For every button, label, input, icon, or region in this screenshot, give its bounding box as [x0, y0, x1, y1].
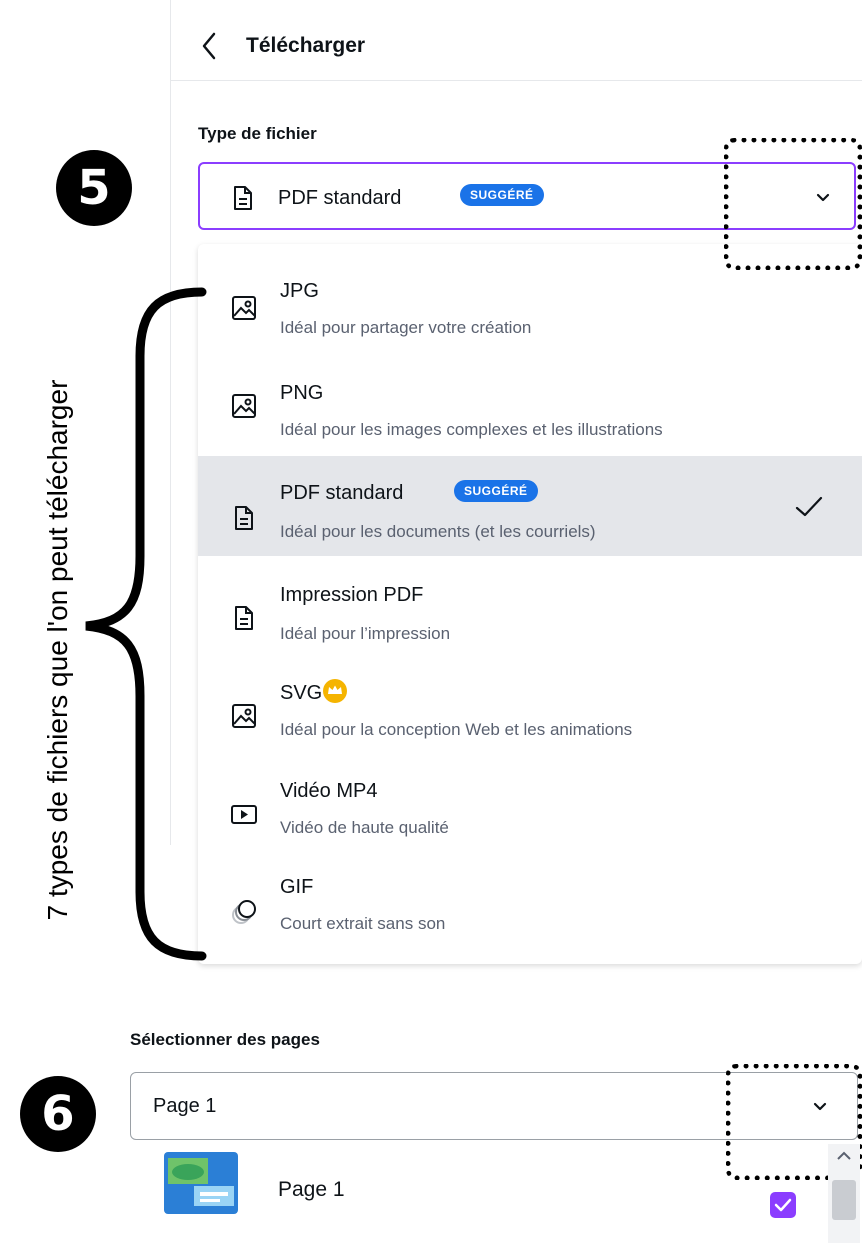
- page-thumbnail: [164, 1152, 238, 1214]
- file-type-option-svg[interactable]: SVG Idéal pour la conception Web et les …: [198, 658, 862, 754]
- option-description: Court extrait sans son: [280, 914, 446, 933]
- curly-brace: [85, 287, 207, 961]
- file-type-selected: PDF standard: [278, 187, 402, 209]
- option-description: Idéal pour les images complexes et les i…: [280, 420, 663, 439]
- suggested-badge: SUGGÉRÉ: [454, 480, 538, 502]
- back-button[interactable]: [196, 28, 224, 64]
- file-type-dropdown: JPG Idéal pour partager votre création P…: [198, 244, 862, 964]
- option-description: Vidéo de haute qualité: [280, 818, 449, 837]
- image-icon: [232, 394, 256, 418]
- document-icon: [235, 606, 253, 630]
- gif-icon: [232, 900, 256, 924]
- dotted-highlight-chevron: [724, 138, 862, 270]
- file-type-option-png[interactable]: PNG Idéal pour les images complexes et l…: [198, 348, 862, 444]
- option-name: PNG: [280, 382, 324, 404]
- pages-selected: Page 1: [153, 1095, 217, 1117]
- step-6-marker: 6: [20, 1076, 96, 1152]
- check-icon: [774, 1198, 792, 1212]
- panel-title: Télécharger: [246, 34, 366, 57]
- document-icon: [234, 186, 252, 210]
- file-type-option-pdf-standard[interactable]: PDF standard SUGGÉRÉ Idéal pour les docu…: [198, 456, 862, 556]
- option-description: Idéal pour partager votre création: [280, 318, 532, 337]
- video-icon: [231, 805, 257, 824]
- brace-annotation-text: 7 types de fichiers que l'on peut téléch…: [42, 379, 73, 921]
- step-5-marker: 5: [56, 150, 132, 226]
- page-item-label: Page 1: [278, 1178, 345, 1201]
- option-name: PDF standard: [280, 482, 404, 504]
- chevron-up-icon: [837, 1151, 851, 1160]
- image-icon: [232, 296, 256, 320]
- file-type-option-gif[interactable]: GIF Court extrait sans son: [198, 854, 862, 950]
- file-type-option-pdf-print[interactable]: Impression PDF Idéal pour l’impression: [198, 560, 862, 656]
- page-checkbox[interactable]: [770, 1192, 796, 1218]
- option-description: Idéal pour l’impression: [280, 624, 451, 643]
- pages-label: Sélectionner des pages: [130, 1030, 320, 1049]
- chevron-left-icon: [202, 32, 216, 60]
- suggested-badge: SUGGÉRÉ: [460, 184, 544, 206]
- option-description: Idéal pour les documents (et les courrie…: [280, 522, 596, 541]
- checkmark-icon: [795, 496, 823, 517]
- scrollbar-thumb[interactable]: [832, 1180, 856, 1220]
- file-type-option-mp4[interactable]: Vidéo MP4 Vidéo de haute qualité: [198, 756, 862, 852]
- option-name: Vidéo MP4: [280, 780, 378, 802]
- file-type-label: Type de fichier: [198, 124, 317, 143]
- option-name: JPG: [280, 280, 319, 302]
- option-name: GIF: [280, 876, 314, 898]
- crown-icon: [323, 679, 347, 703]
- document-icon: [235, 506, 253, 530]
- page-list-scrollbar[interactable]: [828, 1144, 860, 1243]
- option-name: SVG: [280, 682, 323, 704]
- image-icon: [232, 704, 256, 728]
- option-name: Impression PDF: [280, 584, 424, 606]
- option-description: Idéal pour la conception Web et les anim…: [280, 720, 633, 739]
